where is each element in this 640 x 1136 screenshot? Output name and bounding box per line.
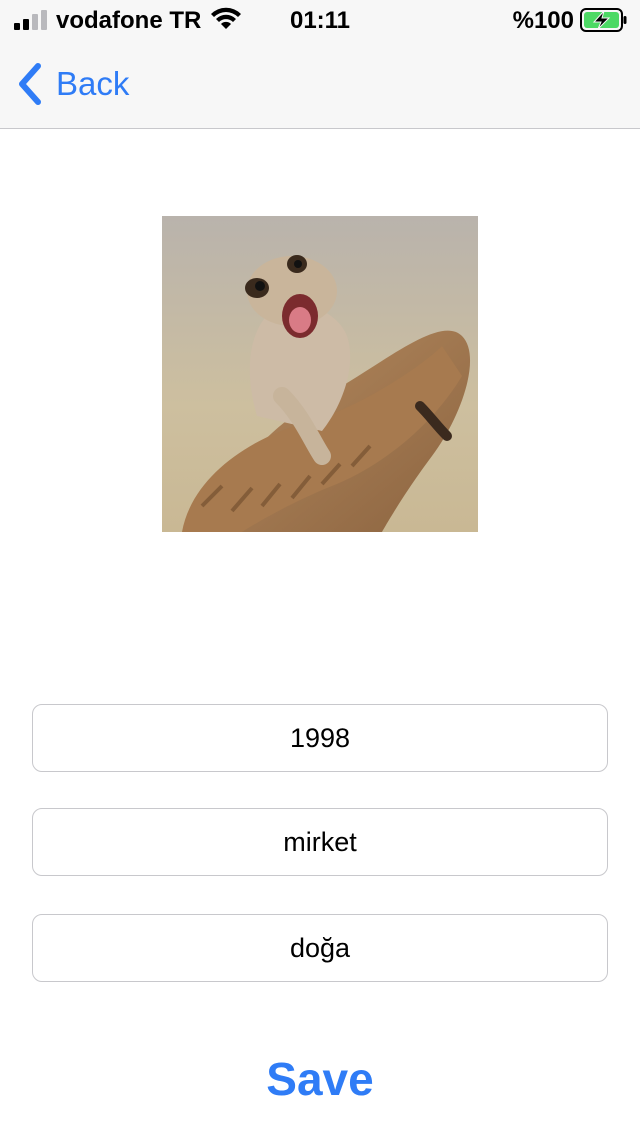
name-field[interactable] — [32, 808, 608, 876]
meerkat-image — [162, 216, 478, 532]
year-input[interactable] — [33, 705, 607, 771]
category-input[interactable] — [33, 915, 607, 981]
top-bar: vodafone TR 01:11 %100 Back — [0, 0, 640, 129]
battery-percentage: %100 — [512, 7, 574, 34]
animal-photo[interactable] — [162, 216, 478, 532]
back-button[interactable]: Back — [16, 62, 129, 106]
battery-charging-icon — [580, 8, 627, 32]
status-bar: vodafone TR 01:11 %100 — [0, 0, 640, 40]
name-input[interactable] — [33, 809, 607, 875]
chevron-left-icon — [19, 63, 41, 105]
category-field[interactable] — [32, 914, 608, 982]
year-field[interactable] — [32, 704, 608, 772]
save-button[interactable]: Save — [0, 1052, 640, 1106]
back-label: Back — [56, 65, 130, 102]
